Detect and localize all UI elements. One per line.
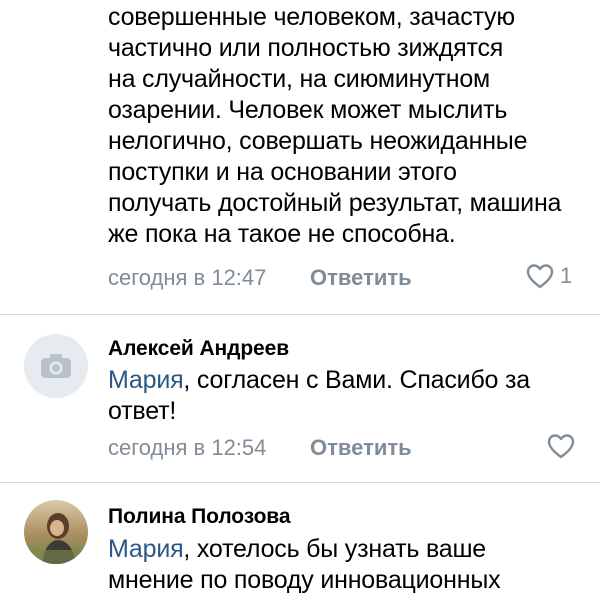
like-button[interactable] bbox=[547, 433, 575, 459]
user-photo-icon bbox=[24, 500, 88, 564]
heart-icon bbox=[547, 434, 575, 459]
reply-button[interactable]: Ответить bbox=[310, 435, 412, 461]
author-name[interactable]: Алексей Андреев bbox=[108, 337, 289, 361]
comment-text: Мария, хотелось бы узнать ваше мнение по… bbox=[108, 535, 501, 594]
comment: Алексей Андреев Мария, согласен с Вами. … bbox=[0, 315, 600, 480]
mention-link[interactable]: Мария bbox=[108, 366, 184, 394]
comment-timestamp: сегодня в 12:47 bbox=[108, 265, 267, 290]
avatar[interactable] bbox=[24, 334, 88, 398]
like-count: 1 bbox=[560, 263, 573, 288]
comment-text: Мария, согласен с Вами. Спасибо за ответ… bbox=[108, 366, 530, 425]
camera-icon bbox=[41, 354, 71, 378]
author-name[interactable]: Полина Полозова bbox=[108, 505, 291, 529]
heart-icon bbox=[526, 264, 554, 289]
avatar[interactable] bbox=[24, 500, 88, 564]
comment: Полина Полозова Мария, хотелось бы узнат… bbox=[0, 483, 600, 600]
comment: совершенные человеком, зачастую частично… bbox=[0, 0, 600, 320]
reply-button[interactable]: Ответить bbox=[310, 265, 412, 291]
comment-text: совершенные человеком, зачастую частично… bbox=[108, 3, 562, 248]
comment-timestamp: сегодня в 12:54 bbox=[108, 435, 267, 460]
mention-link[interactable]: Мария bbox=[108, 535, 184, 563]
like-button[interactable]: 1 bbox=[526, 263, 572, 289]
